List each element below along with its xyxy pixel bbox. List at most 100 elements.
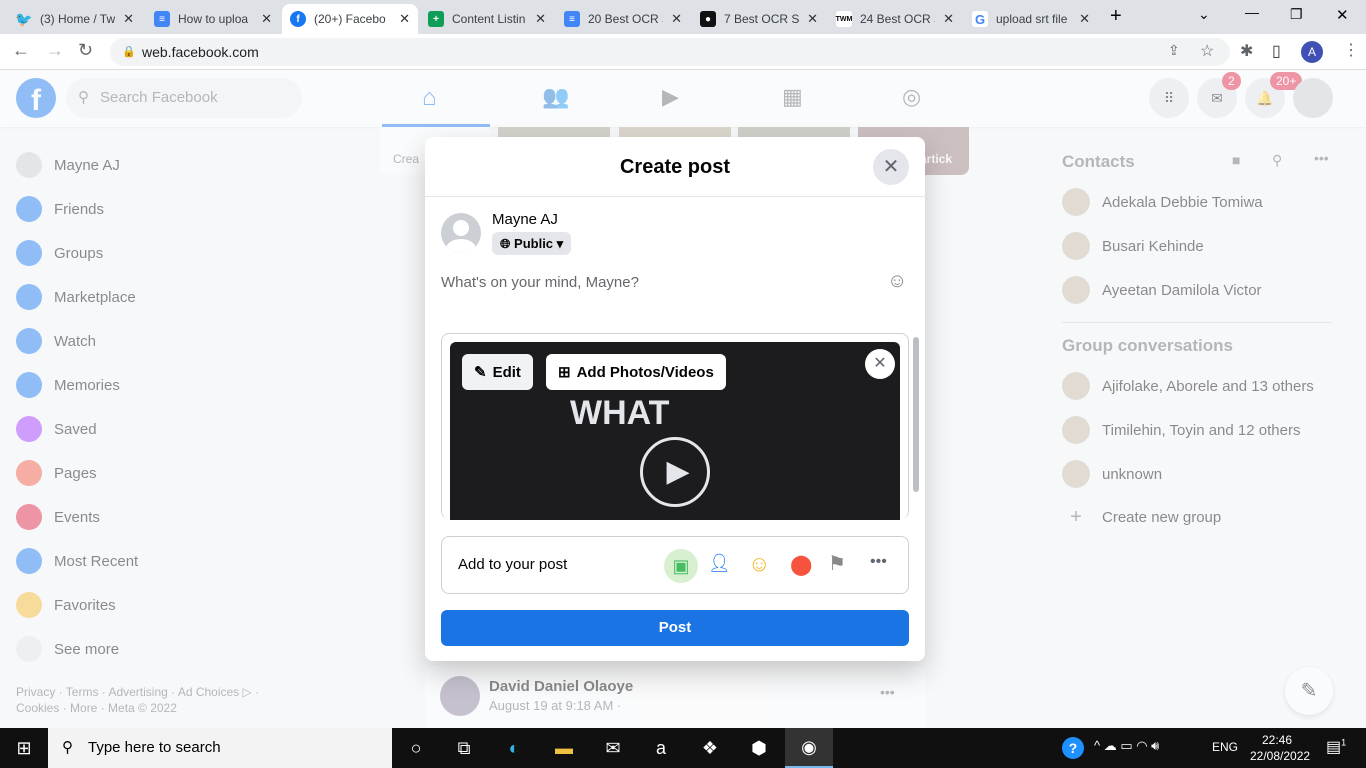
scrollbar[interactable] [913,337,919,492]
reload-button[interactable]: ↻ [78,40,93,61]
friends-icon[interactable]: 👥 [542,84,569,110]
sidebar-item-mayne-aj[interactable]: Mayne AJ [16,152,120,178]
close-tab-icon[interactable]: ✕ [943,11,954,27]
close-tab-icon[interactable]: ✕ [123,11,134,27]
tab-twm[interactable]: TWM 24 Best OCR S ✕ [828,4,962,34]
contact-item[interactable]: Adekala Debbie Tomiwa [1062,188,1263,216]
post-options-icon[interactable]: ••• [880,684,895,700]
back-button[interactable]: ← [12,40,30,61]
close-tab-icon[interactable]: ✕ [807,11,818,27]
sidebar-item-saved[interactable]: Saved [16,416,97,442]
tag-people-icon[interactable]: 👤︎ [708,553,731,574]
tab-facebook[interactable]: f (20+) Facebo ✕ [282,4,418,34]
tab-twitter[interactable]: 🐦 (3) Home / Tw ✕ [8,4,142,34]
feeling-icon[interactable]: ☺ [748,551,770,577]
search-contacts-icon[interactable]: ⚲ [1272,152,1282,169]
side-panel-icon[interactable]: ▯ [1272,41,1281,61]
sidebar-item-events[interactable]: Events [16,504,100,530]
group-conversation-item[interactable]: Ajifolake, Aborele and 13 others [1062,372,1314,400]
language-indicator[interactable]: ENG [1212,740,1238,754]
close-dialog-button[interactable]: ✕ [873,149,909,185]
sidebar-item-marketplace[interactable]: Marketplace [16,284,136,310]
sidebar-item-groups[interactable]: Groups [16,240,103,266]
dropbox-icon[interactable]: ❖ [686,728,734,768]
clock[interactable]: 22:46 22/08/2022 [1250,732,1310,764]
extensions-icon[interactable]: ✱ [1240,41,1253,61]
play-button[interactable]: ▶ [640,437,710,507]
audience-selector[interactable]: 🌐︎ Public ▾ [492,232,572,255]
new-message-button[interactable]: ✎ [1285,667,1333,715]
mail-icon[interactable]: ✉ [589,728,637,768]
forward-button[interactable]: → [46,40,64,61]
tab-docs-2[interactable]: ≡ 20 Best OCR S ✕ [556,4,690,34]
help-icon[interactable]: ? [1062,737,1084,759]
tab-ocr[interactable]: ● 7 Best OCR So ✕ [692,4,826,34]
close-tab-icon[interactable]: ✕ [261,11,272,27]
group-conversation-item[interactable]: Timilehin, Toyin and 12 others [1062,416,1300,444]
sidebar-item-see-more[interactable]: See more [16,636,119,662]
account-avatar[interactable] [1293,78,1333,118]
sidebar-item-most-recent[interactable]: Most Recent [16,548,138,574]
home-icon[interactable]: ⌂ [422,84,437,112]
restore-button[interactable]: ❐ [1290,6,1303,23]
url-bar[interactable]: 🔒 web.facebook.com [110,38,1230,66]
location-pin-icon[interactable]: ⬤ [790,552,812,577]
sidebar-item-pages[interactable]: Pages [16,460,97,486]
dialog-title: Create post [425,137,925,197]
share-icon[interactable]: ⇪ [1168,42,1180,59]
more-icon[interactable]: ••• [870,553,887,571]
sidebar-item-favorites[interactable]: Favorites [16,592,116,618]
post-text-input[interactable]: What's on your mind, Mayne? [441,274,639,291]
close-tab-icon[interactable]: ✕ [1079,11,1090,27]
add-photos-videos-button[interactable]: ⊞ Add Photos/Videos [546,354,726,390]
contact-item[interactable]: Busari Kehinde [1062,232,1204,260]
tab-sheets[interactable]: + Content Listin ✕ [420,4,554,34]
groups-icon[interactable]: ◎ [902,84,921,110]
facebook-logo[interactable]: f [16,78,56,118]
close-tab-icon[interactable]: ✕ [671,11,682,27]
sidebar-item-friends[interactable]: Friends [16,196,104,222]
more-options-icon[interactable]: ••• [1314,150,1329,166]
sidebar-item-memories[interactable]: Memories [16,372,120,398]
amazon-icon[interactable]: a [637,728,685,768]
search-input[interactable]: ⚲ Search Facebook [66,78,302,118]
minimize-button[interactable]: — [1245,4,1259,20]
edit-button[interactable]: ✎ Edit [462,354,533,390]
avatar[interactable] [440,676,480,716]
windows-start-icon[interactable]: ⊞ [0,728,48,768]
cortana-icon[interactable]: ○ [392,728,440,768]
file-explorer-icon[interactable]: ▬ [540,728,588,768]
close-tab-icon[interactable]: ✕ [399,11,410,27]
marketplace-icon[interactable]: ▦ [782,84,803,110]
tray-icons[interactable]: ^ ☁ ▭ ◠ 🔊︎ [1094,738,1159,754]
emoji-icon[interactable]: ☺ [887,270,907,293]
tab-google[interactable]: Gupload srt file ✕ [964,4,1098,34]
post-author[interactable]: David Daniel Olaoye [489,678,633,695]
chrome-icon[interactable]: ◉ [785,728,833,768]
create-new-group[interactable]: + Create new group [1062,506,1221,529]
group-conversation-item[interactable]: unknown [1062,460,1162,488]
tab-search-chevron-icon[interactable]: ⌄ [1198,6,1210,23]
watch-icon[interactable]: ▶ [662,84,679,110]
bookmark-star-icon[interactable]: ☆ [1200,41,1214,61]
post-button[interactable]: Post [441,610,909,646]
video-call-icon[interactable]: ■ [1232,152,1240,168]
photo-video-icon[interactable]: ▣ [664,549,698,583]
flag-icon[interactable]: ⚑ [828,551,846,576]
tab-docs[interactable]: ≡ How to uploa ✕ [146,4,280,34]
edge-icon[interactable]: ◐ [490,728,538,768]
notification-center-icon[interactable]: ▤1 [1326,737,1346,757]
task-view-icon[interactable]: ⧉ [440,728,488,768]
new-tab-button[interactable]: + [1110,5,1122,28]
sidebar-item-watch[interactable]: Watch [16,328,96,354]
post-time[interactable]: August 19 at 9:18 AM · [489,698,621,713]
menu-icon[interactable]: ⋮ [1343,40,1359,60]
contact-item[interactable]: Ayeetan Damilola Victor [1062,276,1262,304]
close-window-button[interactable]: ✕ [1336,6,1349,24]
profile-avatar[interactable]: A [1301,41,1323,63]
taskbar-search-input[interactable]: ⚲ Type here to search [48,728,392,768]
remove-media-button[interactable]: ✕ [865,349,895,379]
menu-grid-icon[interactable]: ⠿ [1149,78,1189,118]
app-icon[interactable]: ⬢ [735,728,783,768]
close-tab-icon[interactable]: ✕ [535,11,546,27]
